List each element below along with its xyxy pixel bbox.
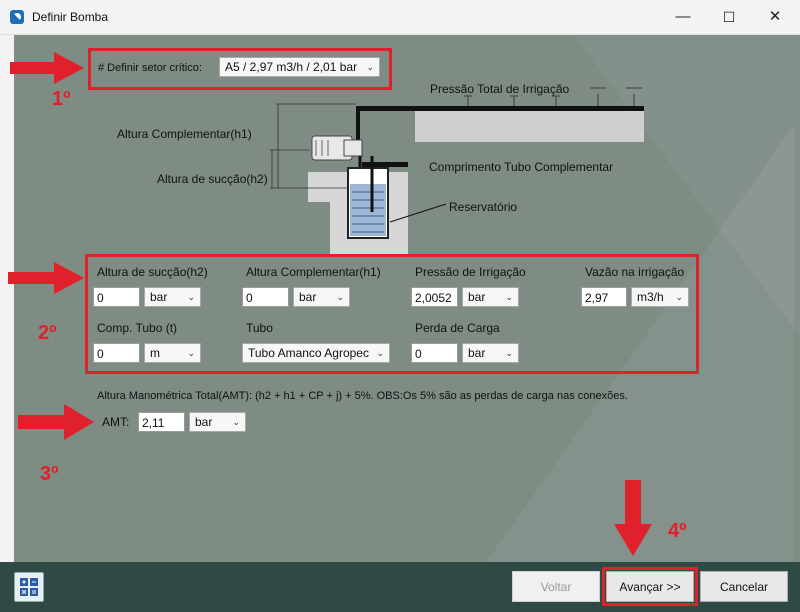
amt-input[interactable]: 2,11 [138, 412, 185, 432]
chevron-down-icon: ⌄ [505, 292, 513, 302]
back-button[interactable]: Voltar [512, 571, 600, 602]
reservoir-label: Reservatório [449, 200, 518, 214]
irrigation-pressure-input[interactable]: 2,0052 [411, 287, 458, 307]
chevron-down-icon: ⌄ [232, 417, 240, 427]
pipe-length-unit-select[interactable]: m ⌄ [144, 343, 201, 363]
minimize-button[interactable]: — [660, 0, 706, 34]
complementary-height-unit-select[interactable]: bar ⌄ [293, 287, 350, 307]
highlight-box-step-4 [602, 567, 698, 606]
head-loss-unit-select[interactable]: bar ⌄ [462, 343, 519, 363]
irrigation-pressure-unit: bar [468, 290, 486, 304]
head-loss-input[interactable]: 0 [411, 343, 458, 363]
arrow-right-icon [8, 262, 84, 294]
chevron-down-icon: ⌄ [187, 348, 195, 358]
h2-label: Altura de sucção(h2) [157, 172, 268, 186]
suction-height-unit-select[interactable]: bar ⌄ [144, 287, 201, 307]
dialog-window: Definir Bomba — ☐ ✕ 1º # Definir setor c… [0, 0, 800, 612]
pipe-select[interactable]: Tubo Amanco Agropec ⌄ [242, 343, 390, 363]
irrigation-pressure-label: Pressão de Irrigação [415, 265, 526, 279]
step-label-3: 3º [40, 463, 59, 485]
chevron-down-icon: ⌄ [366, 62, 374, 72]
pressure-total-label: Pressão Total de Irrigação [430, 82, 570, 96]
chevron-down-icon: ⌄ [675, 292, 683, 302]
amt-unit: bar [195, 415, 213, 429]
critical-sector-label: # Definir setor crítico: [98, 62, 202, 74]
title-bar: Definir Bomba — ☐ ✕ [0, 0, 800, 35]
pipe-length-diagram-label: Comprimento Tubo Complementar [429, 160, 614, 174]
chevron-down-icon: ⌄ [187, 292, 195, 302]
pipe-length-label: Comp. Tubo (t) [97, 321, 178, 335]
amt-description: Altura Manométrica Total(AMT): (h2 + h1 … [97, 390, 628, 402]
suction-height-unit: bar [150, 290, 168, 304]
arrow-right-icon [18, 404, 94, 440]
head-loss-unit: bar [468, 346, 486, 360]
pipe-length-unit: m [150, 346, 160, 360]
amt-label: AMT: [102, 415, 130, 429]
irrigation-pressure-unit-select[interactable]: bar ⌄ [462, 287, 519, 307]
irrigation-flow-unit-select[interactable]: m3/h ⌄ [631, 287, 689, 307]
app-icon [10, 10, 24, 24]
critical-sector-value: A5 / 2,97 m3/h / 2,01 bar [225, 60, 358, 74]
chevron-down-icon: ⌄ [336, 292, 344, 302]
arrow-down-icon [614, 480, 652, 556]
complementary-height-input[interactable]: 0 [242, 287, 289, 307]
suction-height-input[interactable]: 0 [93, 287, 140, 307]
calculator-button[interactable] [14, 572, 44, 602]
arrow-right-icon [10, 52, 84, 84]
complementary-height-label: Altura Complementar(h1) [246, 265, 381, 279]
step-label-2: 2º [38, 322, 57, 344]
amt-unit-select[interactable]: bar ⌄ [189, 412, 246, 432]
head-loss-label: Perda de Carga [415, 321, 500, 335]
maximize-button[interactable]: ☐ [706, 0, 752, 34]
step-label-1: 1º [52, 88, 71, 110]
pipe-length-input[interactable]: 0 [93, 343, 140, 363]
window-title: Definir Bomba [32, 10, 109, 24]
pipe-value: Tubo Amanco Agropec [248, 346, 369, 360]
irrigation-flow-input[interactable]: 2,97 [581, 287, 627, 307]
complementary-height-unit: bar [299, 290, 317, 304]
suction-height-label: Altura de sucção(h2) [97, 265, 208, 279]
close-button[interactable]: ✕ [752, 0, 798, 34]
irrigation-flow-unit: m3/h [637, 290, 664, 304]
chevron-down-icon: ⌄ [376, 348, 384, 358]
chevron-down-icon: ⌄ [505, 348, 513, 358]
irrigation-flow-label: Vazão na irrigação [585, 265, 685, 279]
pipe-label: Tubo [246, 321, 273, 335]
step-label-4: 4º [668, 520, 687, 542]
h1-label: Altura Complementar(h1) [117, 127, 252, 141]
critical-sector-select[interactable]: A5 / 2,97 m3/h / 2,01 bar ⌄ [219, 57, 380, 77]
cancel-button[interactable]: Cancelar [700, 571, 788, 602]
calculator-icon [20, 578, 38, 596]
